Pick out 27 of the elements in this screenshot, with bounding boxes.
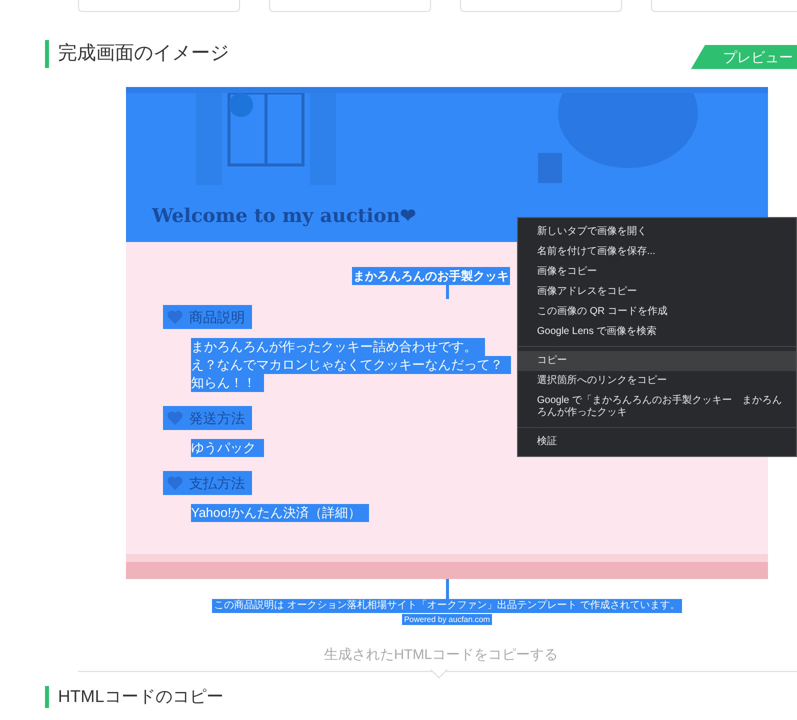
credit-text: この商品説明は オークション落札相場サイト「オークファン」出品テンプレート で作成されています。 [212,599,682,613]
menu-item[interactable]: Google で「まかろんろんのお手製クッキー まかろんろんが作ったクッキ [518,391,796,423]
banner-title: Welcome to my auction❤ [152,204,416,228]
heart-icon [167,411,183,425]
option-card[interactable] [269,0,431,12]
option-card[interactable] [460,0,622,12]
menu-item[interactable]: 名前を付けて画像を保存... [518,242,796,262]
menu-item[interactable]: 検証 [518,432,796,452]
option-card[interactable] [78,0,240,12]
menu-item[interactable]: 画像をコピー [518,262,796,282]
window-curtain-icon [196,93,336,185]
menu-item[interactable]: Google Lens で画像を検索 [518,322,796,342]
section-heading: HTMLコードのコピー [45,686,797,708]
section-heading: 完成画面のイメージ [45,40,229,68]
menu-item[interactable]: 画像アドレスをコピー [518,282,796,302]
section-label-text: 支払方法 [189,474,245,492]
heart-icon [167,310,183,324]
menu-item[interactable]: 選択箇所へのリンクをコピー [518,371,796,391]
menu-item[interactable]: 新しいタブで画像を開く [518,222,796,242]
powered-by-text: Powered by aucfan.com [402,614,492,625]
heart-icon [167,476,183,490]
menu-item[interactable]: コピー [518,351,796,371]
section-label-text: 発送方法 [189,408,245,428]
item-title: まかろんろんのお手製クッキ [352,267,510,285]
menu-item[interactable]: この画像の QR コードを作成 [518,302,796,322]
section-label-text: 商品説明 [189,308,245,326]
option-card[interactable] [651,0,797,12]
